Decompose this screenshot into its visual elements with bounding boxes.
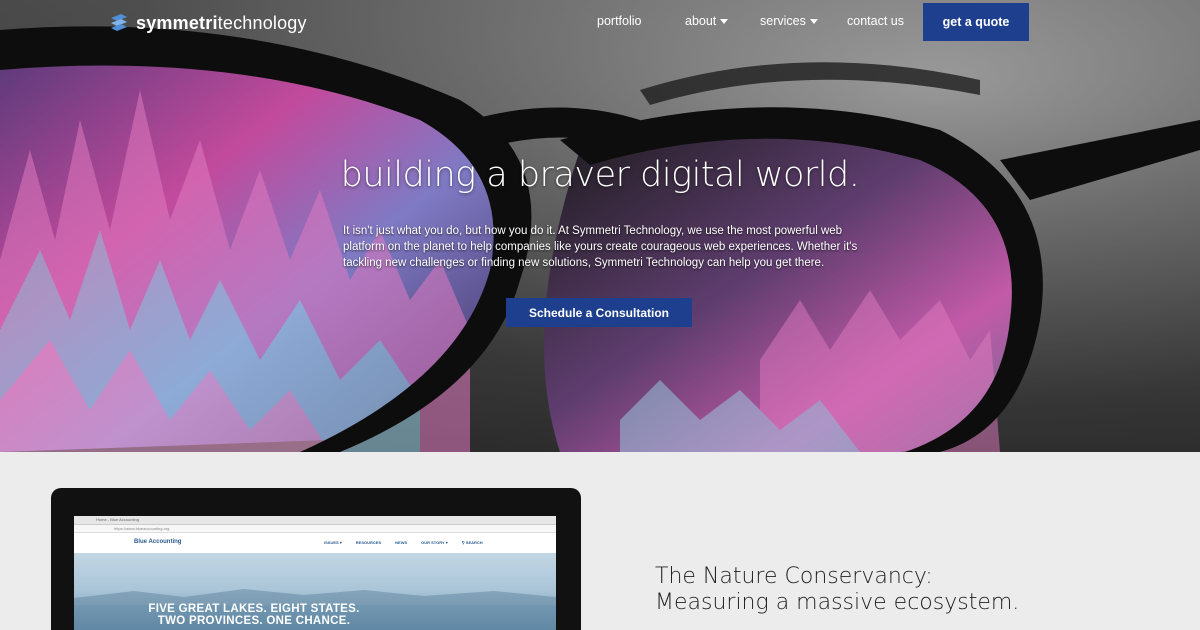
browser-tab: Home - Blue Accounting: [96, 517, 139, 522]
hero-section: symmetritechnology portfolio about servi…: [0, 0, 1200, 452]
browser-url: https://www.blueaccounting.org: [114, 526, 170, 531]
case-study-title: The Nature Conservancy: Measuring a mass…: [655, 564, 1020, 615]
nav-contact-us[interactable]: contact us: [847, 14, 904, 28]
mockup-link: ⚲ SEARCH: [461, 540, 483, 545]
chevron-down-icon: [720, 18, 729, 24]
browser-tab-bar: Home - Blue Accounting: [74, 516, 556, 525]
nav-about[interactable]: about: [685, 14, 729, 28]
schedule-consultation-button[interactable]: Schedule a Consultation: [506, 298, 692, 327]
mockup-site-hero: FIVE GREAT LAKES. EIGHT STATES. TWO PROV…: [74, 553, 556, 630]
chevron-down-icon: [809, 18, 818, 24]
hero-headline: building a braver digital world.: [340, 155, 860, 195]
symmetri-logo-icon: [111, 14, 127, 31]
site-logo[interactable]: symmetritechnology: [108, 10, 307, 36]
mockup-hero-headline: FIVE GREAT LAKES. EIGHT STATES. TWO PROV…: [148, 603, 360, 627]
logo-text: symmetritechnology: [136, 12, 307, 33]
mockup-link: OUR STORY ▾: [421, 540, 448, 545]
browser-url-bar: https://www.blueaccounting.org: [74, 525, 556, 533]
get-a-quote-button[interactable]: get a quote: [923, 3, 1029, 41]
mockup-site-links: ISSUES ▾ RESOURCES NEWS OUR STORY ▾ ⚲ SE…: [324, 540, 483, 545]
nav-portfolio[interactable]: portfolio: [597, 14, 641, 28]
top-navigation: symmetritechnology portfolio about servi…: [0, 0, 1200, 44]
nav-services[interactable]: services: [760, 14, 818, 28]
mockup-link: RESOURCES: [355, 540, 382, 545]
laptop-mockup: Home - Blue Accounting https://www.bluea…: [51, 488, 581, 630]
mockup-site-logo: Blue Accounting: [134, 539, 182, 545]
mockup-site-nav: Blue Accounting ISSUES ▾ RESOURCES NEWS …: [74, 533, 556, 553]
hero-intro-text: It isn't just what you do, but how you d…: [343, 225, 858, 269]
laptop-screen: Home - Blue Accounting https://www.bluea…: [74, 516, 556, 630]
mockup-link: NEWS: [395, 540, 408, 545]
mockup-link: ISSUES ▾: [324, 540, 342, 545]
case-study-section: Home - Blue Accounting https://www.bluea…: [0, 452, 1200, 630]
